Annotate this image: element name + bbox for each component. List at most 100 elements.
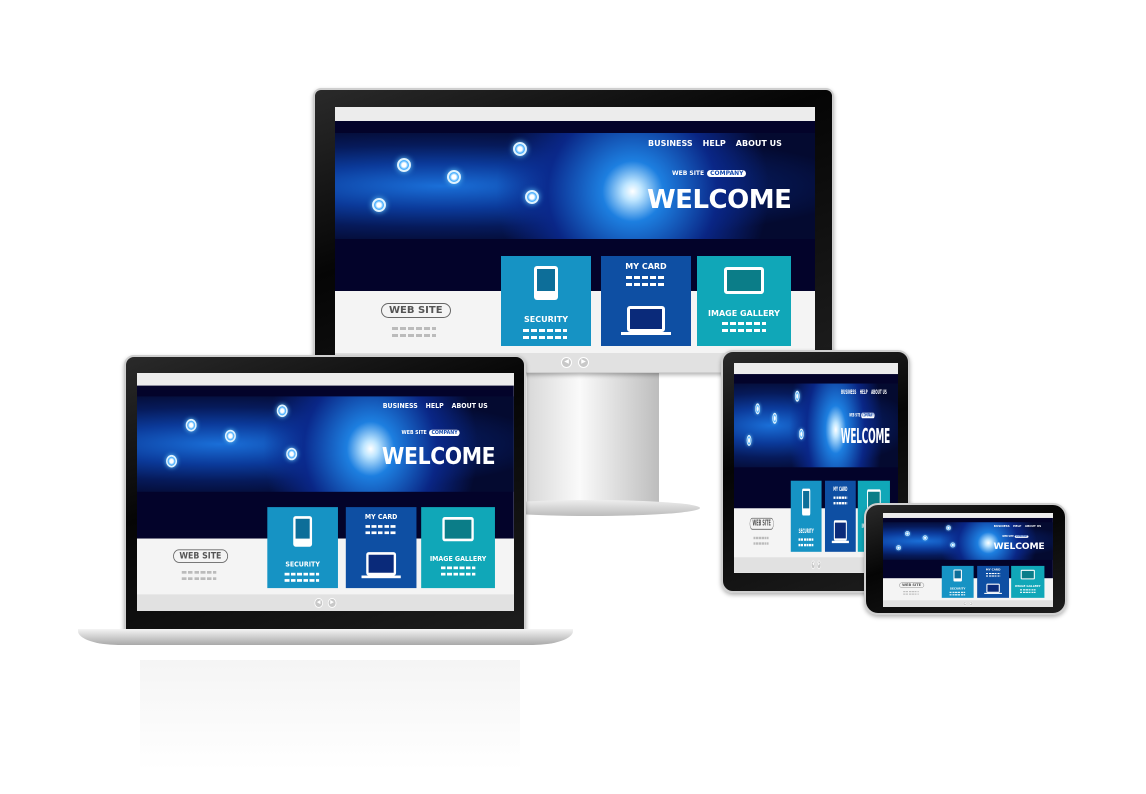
nav-business[interactable]: BUSINESS [841, 388, 856, 395]
placeholder-text [440, 572, 476, 576]
network-node-icon [946, 525, 951, 531]
laptop: BUSINESS HELP ABOUT US WEB SITE COMPANY … [124, 355, 526, 631]
placeholder-text [284, 572, 320, 576]
monitor-screen: BUSINESS HELP ABOUT US WEB SITE COMPANY … [335, 107, 815, 372]
network-node-icon [798, 428, 804, 440]
chevron-right-icon[interactable]: ▶ [327, 598, 337, 608]
chevron-right-icon[interactable]: ▶ [578, 357, 589, 368]
nav-help[interactable]: HELP [860, 388, 868, 395]
card-label: MY CARD [985, 568, 1001, 572]
placeholder-text [753, 542, 769, 545]
placeholder-text [1019, 591, 1036, 593]
nav-about-us[interactable]: ABOUT US [1025, 524, 1041, 527]
laptop-base [361, 575, 401, 579]
card-security[interactable]: SECURITY [501, 256, 591, 346]
card-image-gallery[interactable]: IMAGE GALLERY [1011, 565, 1045, 598]
nav-business[interactable]: BUSINESS [994, 524, 1010, 527]
card-security[interactable]: SECURITY [267, 507, 338, 589]
card-my-card[interactable]: MY CARD [601, 256, 691, 346]
nav-help[interactable]: HELP [703, 139, 726, 148]
tagline-pill: COMPANY [707, 170, 747, 177]
network-node-icon [896, 545, 902, 551]
logo-pill[interactable]: WEB SITE [749, 517, 774, 530]
nav-help[interactable]: HELP [426, 402, 444, 410]
tagline-pill: COMPANY [1014, 535, 1029, 538]
network-node-icon [950, 542, 956, 548]
card-label: MY CARD [364, 512, 398, 521]
nav-help[interactable]: HELP [1013, 524, 1021, 527]
top-nav: BUSINESS HELP ABOUT US [841, 388, 887, 395]
placeholder-text [523, 336, 567, 339]
card-label: IMAGE GALLERY [1015, 584, 1041, 588]
chevron-left-icon[interactable]: ◀ [314, 598, 324, 608]
logo-pill[interactable]: WEB SITE [899, 582, 924, 588]
nav-about-us[interactable]: ABOUT US [452, 402, 488, 410]
card-label: IMAGE GALLERY [708, 309, 780, 318]
network-node-icon [276, 404, 288, 418]
placeholder-text [284, 579, 320, 582]
network-node-icon [772, 412, 778, 424]
placeholder-text [626, 276, 666, 279]
card-label: SECURITY [949, 586, 966, 591]
card-label: MY CARD [625, 262, 667, 271]
card-my-card[interactable]: MY CARD [345, 507, 417, 589]
tagline: WEB SITE COMPANY [1002, 535, 1029, 538]
card-my-card[interactable]: MY CARD [977, 565, 1010, 598]
top-nav: BUSINESS HELP ABOUT US [648, 139, 782, 148]
laptop-base [831, 540, 849, 544]
phone-icon [534, 266, 558, 300]
placeholder-text [986, 572, 1001, 575]
network-node-icon [286, 447, 298, 461]
headline: WELCOME [381, 443, 496, 471]
network-node-icon [904, 531, 910, 537]
nav-business[interactable]: BUSINESS [383, 402, 418, 410]
placeholder-text [833, 496, 848, 499]
chevron-left-icon[interactable]: ◀ [963, 601, 967, 606]
card-security[interactable]: SECURITY [941, 565, 974, 598]
laptop-reflection [140, 660, 520, 770]
headline: WELCOME [993, 540, 1045, 552]
tagline-text: WEB SITE [849, 412, 861, 419]
network-node-icon [447, 170, 461, 184]
network-node-icon [755, 403, 760, 415]
card-label: SECURITY [285, 560, 320, 569]
chevron-right-icon[interactable]: ▶ [969, 601, 973, 606]
nav-business[interactable]: BUSINESS [648, 139, 693, 148]
placeholder-text [181, 577, 217, 580]
tagline: WEB SITE COMPANY [401, 429, 461, 436]
placeholder-text [626, 283, 666, 286]
top-nav: BUSINESS HELP ABOUT US [994, 524, 1041, 527]
placeholder-text [798, 543, 814, 547]
nav-about-us[interactable]: ABOUT US [871, 388, 887, 395]
slider-controls: ◀ ▶ [137, 594, 514, 611]
website-mockup: BUSINESS HELP ABOUT US WEB SITE COMPANY … [883, 513, 1053, 607]
card-my-card[interactable]: MY CARD [824, 480, 856, 552]
card-label: SECURITY [524, 315, 568, 324]
laptop-icon [627, 306, 665, 332]
tagline: WEB SITE COMPANY [849, 412, 875, 419]
monitor-stand-neck [527, 372, 659, 508]
tagline-pill: COMPANY [861, 412, 875, 419]
logo-pill[interactable]: WEB SITE [381, 303, 451, 318]
network-node-icon [922, 535, 928, 541]
card-label: IMAGE GALLERY [429, 554, 487, 563]
network-node-icon [372, 198, 386, 212]
laptop-icon [833, 520, 847, 541]
logo-pill[interactable]: WEB SITE [173, 549, 228, 563]
chevron-right-icon[interactable]: ▶ [817, 560, 821, 570]
card-image-gallery[interactable]: IMAGE GALLERY [697, 256, 791, 346]
phone-icon [953, 569, 962, 582]
headline: WELCOME [647, 185, 792, 215]
chevron-left-icon[interactable]: ◀ [811, 560, 816, 570]
tagline-text: WEB SITE [401, 429, 427, 436]
placeholder-text [1019, 589, 1036, 591]
headline: WELCOME [840, 424, 891, 449]
network-node-icon [185, 418, 197, 432]
card-security[interactable]: SECURITY [790, 480, 822, 552]
nav-about-us[interactable]: ABOUT US [736, 139, 782, 148]
card-image-gallery[interactable]: IMAGE GALLERY [421, 507, 495, 589]
network-node-icon [513, 142, 527, 156]
phone-icon [293, 516, 313, 547]
chevron-left-icon[interactable]: ◀ [561, 357, 572, 368]
placeholder-text [833, 502, 848, 505]
